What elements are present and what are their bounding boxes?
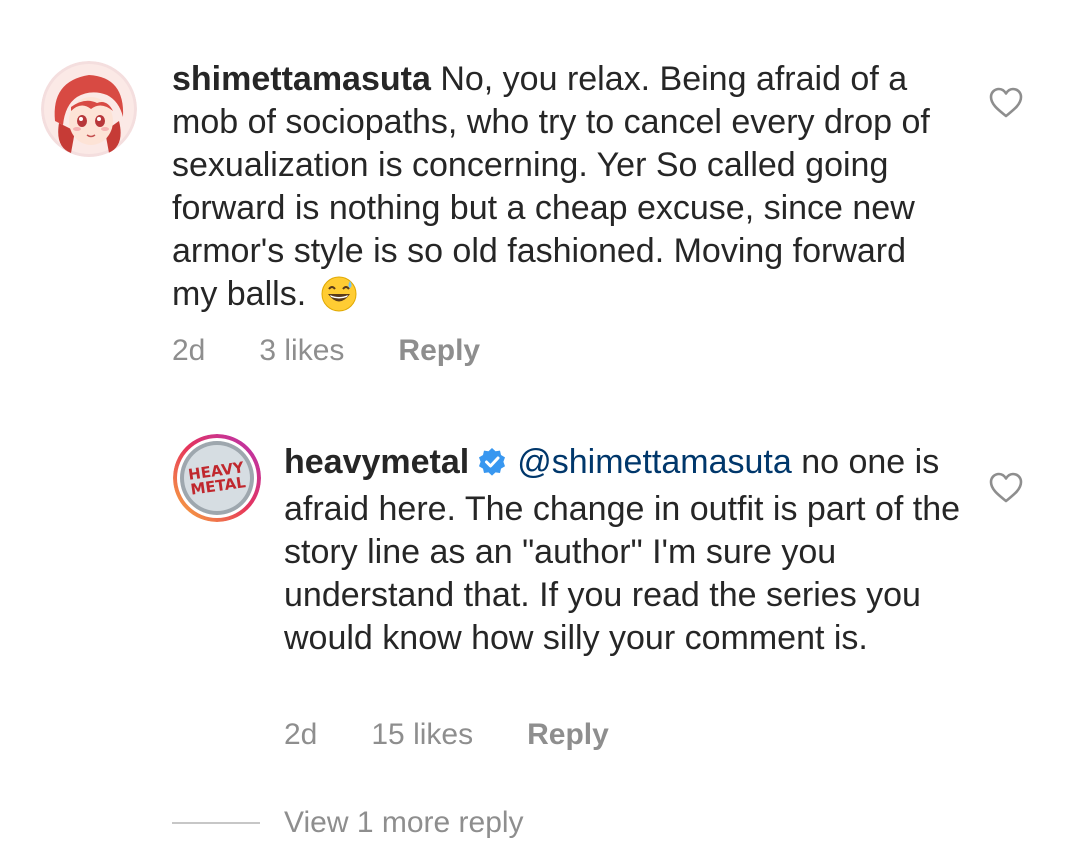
view-more-replies-button[interactable]: View 1 more reply [172, 806, 524, 840]
heart-outline-icon [989, 472, 1023, 503]
comment-meta: 2d 3 likes Reply [172, 334, 480, 368]
reply-meta: 2d 15 likes Reply [284, 718, 609, 752]
divider-line [172, 822, 260, 824]
comment-reply-button[interactable]: Reply [398, 334, 480, 368]
avatar-heavymetal[interactable]: HEAVY METAL [173, 434, 261, 522]
verified-badge-icon [477, 445, 507, 488]
reply-like-button[interactable] [988, 472, 1024, 509]
reply-username[interactable]: heavymetal [284, 443, 469, 481]
view-more-replies-label: View 1 more reply [284, 806, 524, 839]
reply-reply-button[interactable]: Reply [527, 718, 609, 752]
reply-mention[interactable]: @shimettamasuta [517, 443, 792, 481]
comment-time[interactable]: 2d [172, 334, 205, 368]
comment-username[interactable]: shimettamasuta [172, 60, 431, 98]
reply-time[interactable]: 2d [284, 718, 317, 752]
comment-likes[interactable]: 3 likes [259, 334, 344, 368]
heart-outline-icon [989, 87, 1023, 118]
reply-text-block: heavymetal @shimettamasuta no one is afr… [284, 441, 964, 660]
reply-likes[interactable]: 15 likes [371, 718, 473, 752]
avatar-shimettamasuta[interactable] [41, 61, 137, 157]
grinning-sweat-emoji [320, 275, 358, 324]
comment-text-block: shimettamasuta No, you relax. Being afra… [172, 58, 932, 324]
comment-like-button[interactable] [988, 87, 1024, 124]
